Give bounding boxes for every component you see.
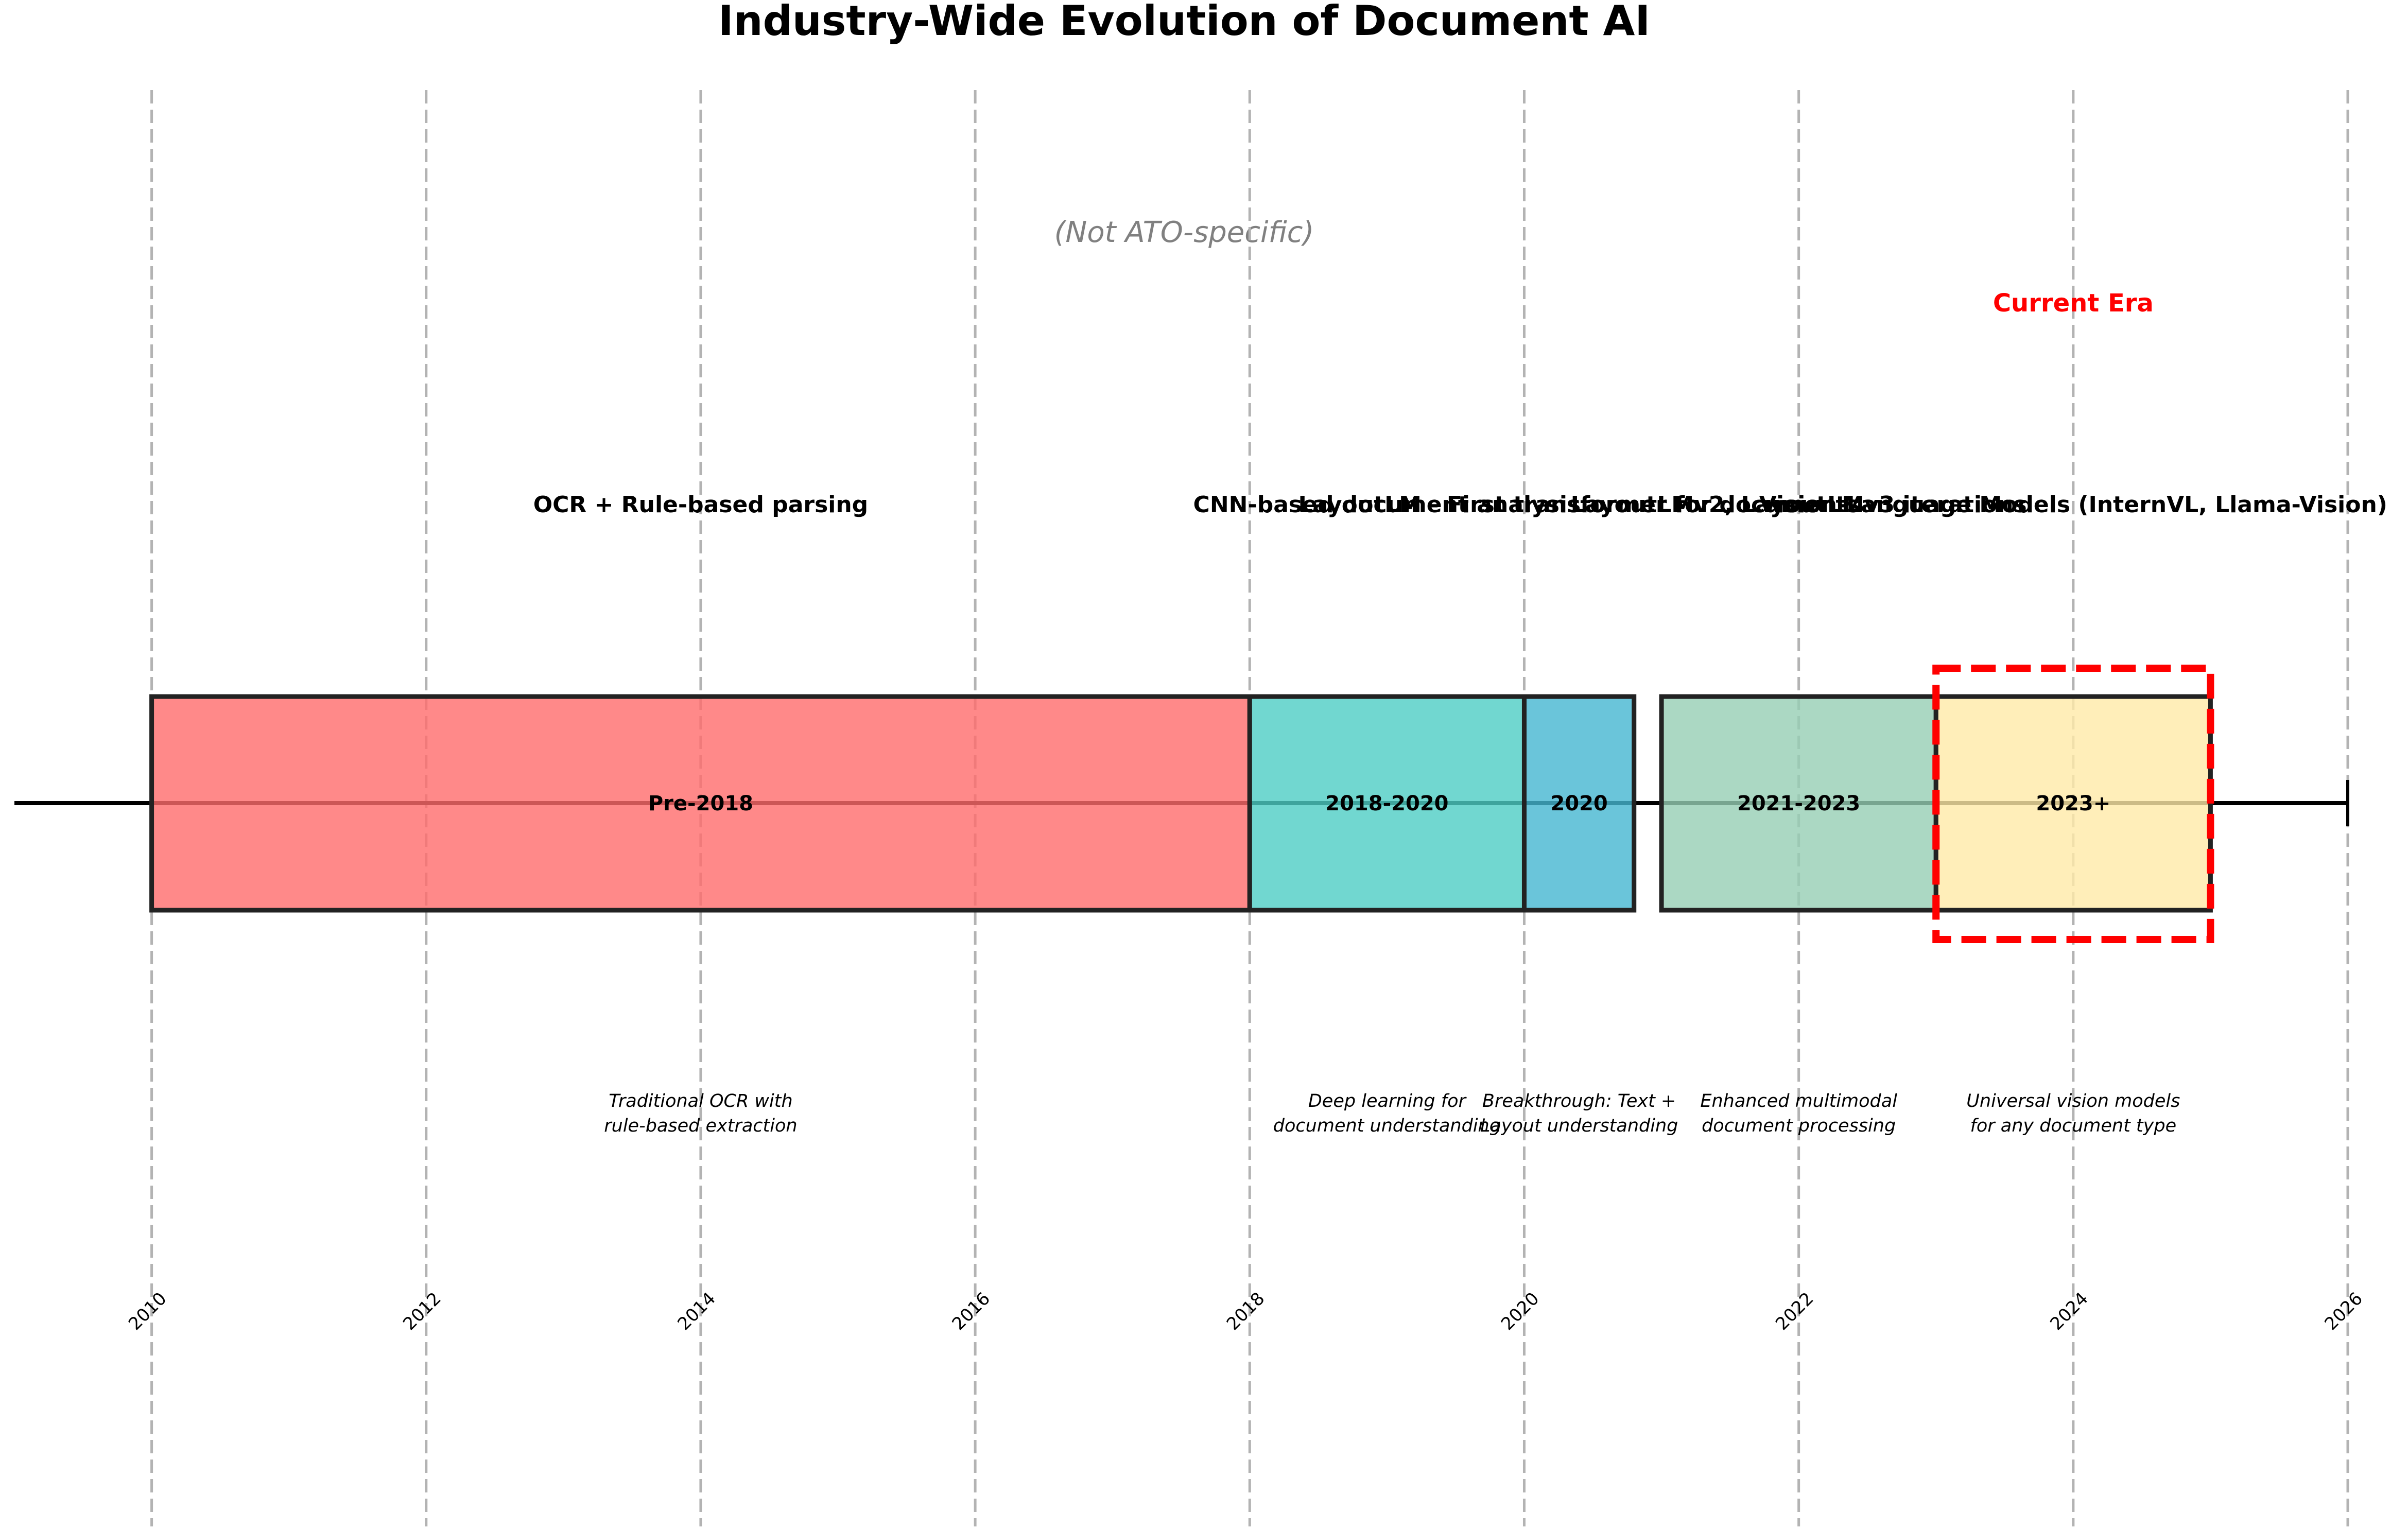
era-description-line: document processing — [1702, 1116, 1896, 1136]
tick-label-2016: 2016 — [948, 1288, 994, 1334]
tick-label-2010: 2010 — [125, 1288, 170, 1334]
era-description-line: Layout understanding — [1480, 1116, 1678, 1136]
chart-title: Industry-Wide Evolution of Document AI — [718, 0, 1650, 45]
era-technology-label: OCR + Rule-based parsing — [533, 492, 868, 518]
era-description-line: Breakthrough: Text + — [1482, 1091, 1676, 1111]
era-label: 2023+ — [2036, 792, 2110, 815]
tick-label-2018: 2018 — [1223, 1288, 1269, 1334]
era-description: Breakthrough: Text + Layout understanding — [1480, 1091, 1678, 1136]
year-ticks: 2010 2012 2014 2016 2018 2020 2022 2024 2026 — [125, 1288, 2367, 1334]
era-description-line: document understanding — [1273, 1116, 1501, 1136]
era-2: 2018-2020 — [1247, 694, 1527, 913]
era-description: Deep learning for document understanding — [1273, 1091, 1501, 1136]
era-technology-label: Vision-Language Models (InternVL, Llama-… — [1759, 492, 2387, 518]
era-description-line: Enhanced multimodal — [1700, 1091, 1897, 1111]
era-5: 2023+ — [1933, 694, 2213, 913]
tick-label-2024: 2024 — [2046, 1288, 2092, 1334]
era-label: 2021-2023 — [1737, 792, 1860, 815]
era-description-line: Universal vision models — [1966, 1091, 2180, 1111]
era-4: 2021-2023 — [1659, 694, 1938, 913]
tick-label-2026: 2026 — [2320, 1288, 2366, 1334]
timeline-chart: Industry-Wide Evolution of Document AI (… — [14, 0, 2387, 1526]
era-label: Pre-2018 — [648, 792, 753, 815]
tick-label-2014: 2014 — [673, 1288, 719, 1334]
era-description-line: Deep learning for — [1308, 1091, 1467, 1111]
current-era-label: Current Era — [1993, 289, 2154, 318]
era-description-line: Traditional OCR with — [609, 1091, 792, 1111]
era-description-line: rule-based extraction — [604, 1116, 797, 1136]
era-1: Pre-2018 — [149, 694, 1252, 913]
era-3: 2020 — [1521, 694, 1637, 913]
tick-label-2020: 2020 — [1497, 1288, 1543, 1334]
era-label: 2018-2020 — [1325, 792, 1448, 815]
tick-label-2012: 2012 — [399, 1288, 445, 1334]
chart-subtitle: (Not ATO-specific) — [1054, 216, 1314, 249]
era-label: 2020 — [1550, 792, 1607, 815]
era-description-line: for any document type — [1970, 1116, 2177, 1136]
tick-label-2022: 2022 — [1772, 1288, 1817, 1334]
era-bars: Pre-2018 2018-2020 2020 2021-2023 2023+ — [149, 665, 2214, 943]
